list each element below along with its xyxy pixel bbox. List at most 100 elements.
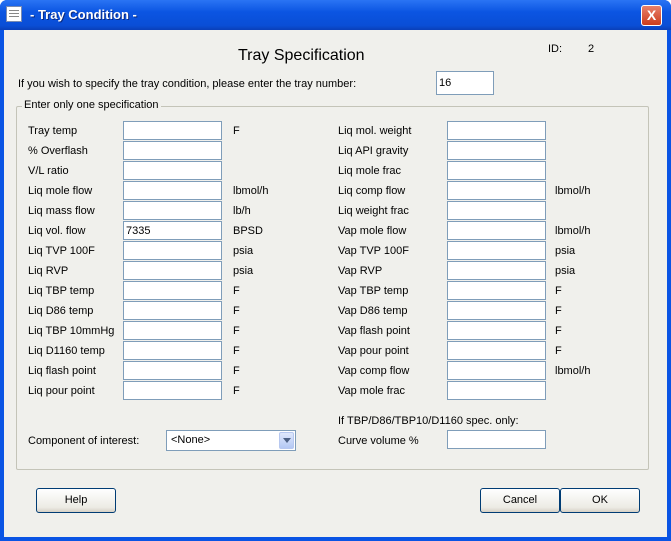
liq-flash-point-label: Liq flash point [28,365,96,377]
liq-vol-flow-label: Liq vol. flow [28,225,86,237]
liq-mol-weight-label: Liq mol. weight [338,125,412,137]
overflash-label: % Overflash [28,145,88,157]
vap-pour-point-unit: F [555,345,562,357]
page-title: Tray Specification [238,47,365,64]
liq-d1160-temp-label: Liq D1160 temp [28,345,105,357]
liq-comp-flow-unit: lbmol/h [555,185,591,197]
vap-pour-point-input[interactable] [447,341,546,360]
liq-d86-temp-label: Liq D86 temp [28,305,94,317]
tray-temp-input[interactable] [123,121,222,140]
vap-tbp-temp-unit: F [555,285,562,297]
liq-pour-point-input[interactable] [123,381,222,400]
vap-mole-frac-input[interactable] [447,381,546,400]
vap-pour-point-label: Vap pour point [338,345,409,357]
liq-d86-temp-input[interactable] [123,301,222,320]
liq-vol-flow-unit: BPSD [233,225,263,237]
liq-weight-frac-label: Liq weight frac [338,205,409,217]
instruction-text: If you wish to specify the tray conditio… [18,78,357,90]
close-button[interactable]: X [641,5,662,26]
vap-comp-flow-input[interactable] [447,361,546,380]
vap-d86-temp-label: Vap D86 temp [338,305,408,317]
vap-tvp-100f-input[interactable] [447,241,546,260]
liq-rvp-input[interactable] [123,261,222,280]
tray-condition-dialog: - Tray Condition - X Tray Specification … [0,0,671,541]
curve-note: If TBP/D86/TBP10/D1160 spec. only: [338,415,519,427]
component-select[interactable]: <None> [166,430,296,451]
liq-mass-flow-unit: lb/h [233,205,251,217]
liq-flash-point-unit: F [233,365,240,377]
id-label: ID: [548,43,563,55]
component-label: Component of interest: [28,435,140,447]
vap-mole-frac-label: Vap mole frac [338,385,406,397]
vap-comp-flow-unit: lbmol/h [555,365,591,377]
liq-tvp-100f-input[interactable] [123,241,222,260]
liq-mole-flow-input[interactable] [123,181,222,200]
id-value: 2 [588,43,595,55]
liq-rvp-unit: psia [233,265,254,277]
vap-tvp-100f-label: Vap TVP 100F [338,245,409,257]
liq-d1160-temp-unit: F [233,345,240,357]
vap-tbp-temp-label: Vap TBP temp [338,285,409,297]
liq-comp-flow-input[interactable] [447,181,546,200]
title-bar[interactable]: - Tray Condition - X [0,0,671,30]
liq-api-gravity-input[interactable] [447,141,546,160]
vap-mole-flow-input[interactable] [447,221,546,240]
dropdown-button[interactable] [279,432,294,449]
liq-tbp-10mmhg-label: Liq TBP 10mmHg [28,325,115,337]
liq-mole-frac-input[interactable] [447,161,546,180]
vap-rvp-label: Vap RVP [338,265,383,277]
help-button[interactable]: Help [36,488,116,513]
vap-tvp-100f-unit: psia [555,245,576,257]
liq-mole-frac-label: Liq mole frac [338,165,401,177]
liq-tbp-temp-unit: F [233,285,240,297]
liq-tbp-temp-input[interactable] [123,281,222,300]
vap-tbp-temp-input[interactable] [447,281,546,300]
liq-d86-temp-unit: F [233,305,240,317]
vap-mole-flow-label: Vap mole flow [338,225,407,237]
window-title: - Tray Condition - [30,7,137,22]
liq-comp-flow-label: Liq comp flow [338,185,406,197]
liq-pour-point-label: Liq pour point [28,385,95,397]
liq-tvp-100f-unit: psia [233,245,254,257]
cancel-button[interactable]: Cancel [480,488,560,513]
liq-tbp-temp-label: Liq TBP temp [28,285,95,297]
liq-mole-flow-label: Liq mole flow [28,185,93,197]
vap-rvp-unit: psia [555,265,576,277]
vap-rvp-input[interactable] [447,261,546,280]
liq-mass-flow-label: Liq mass flow [28,205,95,217]
ok-button[interactable]: OK [560,488,640,513]
liq-tbp-10mmhg-input[interactable] [123,321,222,340]
v-l-ratio-label: V/L ratio [28,165,69,177]
overflash-input[interactable] [123,141,222,160]
group-label: Enter only one specification [22,99,161,111]
liq-mol-weight-input[interactable] [447,121,546,140]
v-l-ratio-input[interactable] [123,161,222,180]
vap-flash-point-label: Vap flash point [338,325,410,337]
liq-mole-flow-unit: lbmol/h [233,185,269,197]
liq-weight-frac-input[interactable] [447,201,546,220]
tray-number-input[interactable] [436,71,494,95]
vap-comp-flow-label: Vap comp flow [338,365,410,377]
vap-d86-temp-input[interactable] [447,301,546,320]
liq-rvp-label: Liq RVP [28,265,69,277]
liq-vol-flow-input[interactable] [123,221,222,240]
vap-mole-flow-unit: lbmol/h [555,225,591,237]
vap-flash-point-unit: F [555,325,562,337]
app-icon[interactable] [6,6,22,22]
component-selected-value: <None> [171,434,211,446]
vap-d86-temp-unit: F [555,305,562,317]
dialog-body: Tray Specification ID: 2 If you wish to … [4,30,667,537]
tray-temp-label: Tray temp [28,125,78,137]
curve-volume-input[interactable] [447,430,546,449]
chevron-down-icon [283,438,291,443]
liq-d1160-temp-input[interactable] [123,341,222,360]
liq-flash-point-input[interactable] [123,361,222,380]
liq-api-gravity-label: Liq API gravity [338,145,409,157]
liq-tvp-100f-label: Liq TVP 100F [28,245,95,257]
vap-flash-point-input[interactable] [447,321,546,340]
liq-tbp-10mmhg-unit: F [233,325,240,337]
tray-temp-unit: F [233,125,240,137]
curve-volume-label: Curve volume % [338,435,419,447]
liq-mass-flow-input[interactable] [123,201,222,220]
liq-pour-point-unit: F [233,385,240,397]
